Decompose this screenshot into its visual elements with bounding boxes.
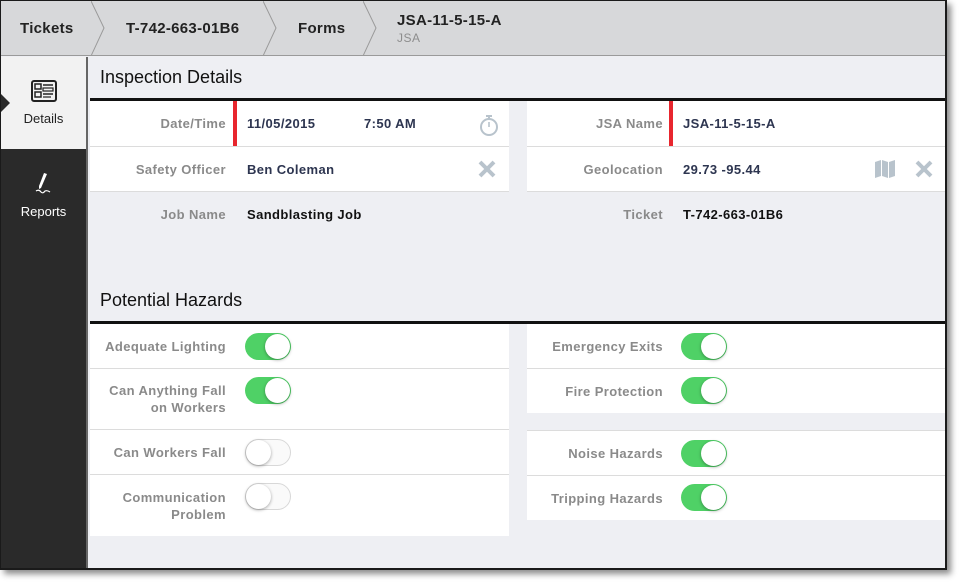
hazard-adequate-lighting: Adequate Lighting (90, 324, 509, 369)
clear-icon[interactable] (477, 159, 497, 184)
breadcrumb: Tickets T-742-663-01B6 Forms JSA-11-5-15… (1, 1, 945, 56)
section-title-inspection: Inspection Details (100, 67, 243, 87)
toggle-switch[interactable] (681, 377, 727, 404)
clear-icon[interactable] (914, 159, 934, 184)
inspection-right-column: JSA Name JSA-11-5-15-A Geolocation 29.73… (527, 101, 945, 237)
hazard-label: Tripping Hazards (551, 490, 663, 506)
details-icon (30, 80, 57, 105)
breadcrumb-ticket[interactable]: T-742-663-01B6 (126, 1, 239, 56)
breadcrumb-label: Forms (298, 20, 346, 37)
jsa-name-value[interactable]: JSA-11-5-15-A (683, 116, 776, 131)
field-ticket: Ticket T-742-663-01B6 (527, 192, 945, 237)
map-icon[interactable] (874, 159, 896, 184)
hazard-label: Emergency Exits (552, 338, 663, 354)
toggle-switch[interactable] (681, 484, 727, 511)
app-window: Tickets T-742-663-01B6 Forms JSA-11-5-15… (0, 0, 947, 570)
hazard-noise-hazards: Noise Hazards (527, 431, 945, 476)
sidebar-item-label: Details (23, 111, 64, 126)
toggle-switch[interactable] (245, 377, 291, 404)
toggle-switch[interactable] (245, 439, 291, 466)
hazards-left-column: Adequate Lighting Can Anything Fall on W… (90, 324, 509, 536)
field-jsa-name: JSA Name JSA-11-5-15-A (527, 101, 945, 147)
hazard-emergency-exits: Emergency Exits (527, 324, 945, 369)
required-indicator (669, 101, 673, 146)
field-label: JSA Name (595, 116, 663, 131)
safety-officer-value[interactable]: Ben Coleman (247, 162, 334, 177)
hazard-label: Can Anything Fall on Workers (109, 383, 226, 415)
time-value[interactable]: 7:50 AM (364, 116, 416, 131)
hazard-communication-problem: Communication Problem (90, 475, 509, 536)
toggle-switch[interactable] (681, 440, 727, 467)
sidebar-item-details[interactable]: Details (1, 57, 86, 149)
breadcrumb-label: T-742-663-01B6 (126, 20, 240, 37)
field-label: Job Name (160, 207, 226, 222)
active-indicator (1, 94, 10, 112)
hazard-tripping-hazards: Tripping Hazards (527, 476, 945, 520)
field-label: Date/Time (160, 116, 226, 131)
sidebar-item-label: Reports (20, 204, 67, 219)
field-geolocation: Geolocation 29.73 -95.44 (527, 147, 945, 192)
toggle-switch[interactable] (245, 333, 291, 360)
breadcrumb-separator (363, 1, 377, 56)
hazard-label: Adequate Lighting (105, 338, 226, 354)
field-label: Geolocation (583, 161, 663, 177)
toggle-switch[interactable] (245, 483, 291, 510)
hazards-right-column-top: Emergency Exits Fire Protection (527, 324, 945, 413)
breadcrumb-current-form: JSA-11-5-15-A JSA (397, 1, 502, 56)
field-date-time: Date/Time 11/05/2015 7:50 AM (90, 101, 509, 147)
inspection-left-column: Date/Time 11/05/2015 7:50 AM Safety Offi… (90, 101, 509, 237)
hazard-can-workers-fall: Can Workers Fall (90, 430, 509, 475)
hazard-label: Communication Problem (122, 489, 226, 522)
field-label: Ticket (623, 207, 663, 222)
hazard-fire-protection: Fire Protection (527, 369, 945, 413)
breadcrumb-sublabel: JSA (397, 31, 421, 45)
pen-icon (32, 171, 56, 198)
field-label: Safety Officer (135, 161, 226, 177)
required-indicator (233, 101, 237, 146)
field-job-name: Job Name Sandblasting Job (90, 192, 509, 237)
breadcrumb-separator (91, 1, 105, 56)
field-safety-officer: Safety Officer Ben Coleman (90, 147, 509, 192)
breadcrumb-label: Tickets (20, 20, 74, 37)
section-title-hazards: Potential Hazards (100, 290, 243, 310)
hazard-label: Noise Hazards (568, 445, 663, 461)
breadcrumb-separator (263, 1, 277, 56)
main-content: Inspection Details Date/Time 11/05/2015 … (90, 57, 945, 568)
geolocation-value[interactable]: 29.73 -95.44 (683, 162, 761, 177)
date-value[interactable]: 11/05/2015 (247, 116, 315, 131)
breadcrumb-forms[interactable]: Forms (298, 1, 345, 56)
breadcrumb-label: JSA-11-5-15-A (397, 12, 502, 29)
hazard-can-anything-fall: Can Anything Fall on Workers (90, 369, 509, 430)
sidebar-item-reports[interactable]: Reports (1, 149, 86, 241)
sidebar: Details Reports (1, 57, 88, 568)
hazard-label: Can Workers Fall (113, 444, 226, 460)
job-name-value[interactable]: Sandblasting Job (247, 207, 362, 222)
hazards-right-column-bottom: Noise Hazards Tripping Hazards (527, 430, 945, 520)
hazard-label: Fire Protection (565, 383, 663, 399)
breadcrumb-tickets[interactable]: Tickets (20, 1, 74, 56)
toggle-switch[interactable] (681, 333, 727, 360)
stopwatch-icon[interactable] (478, 113, 500, 142)
ticket-value[interactable]: T-742-663-01B6 (683, 207, 783, 222)
